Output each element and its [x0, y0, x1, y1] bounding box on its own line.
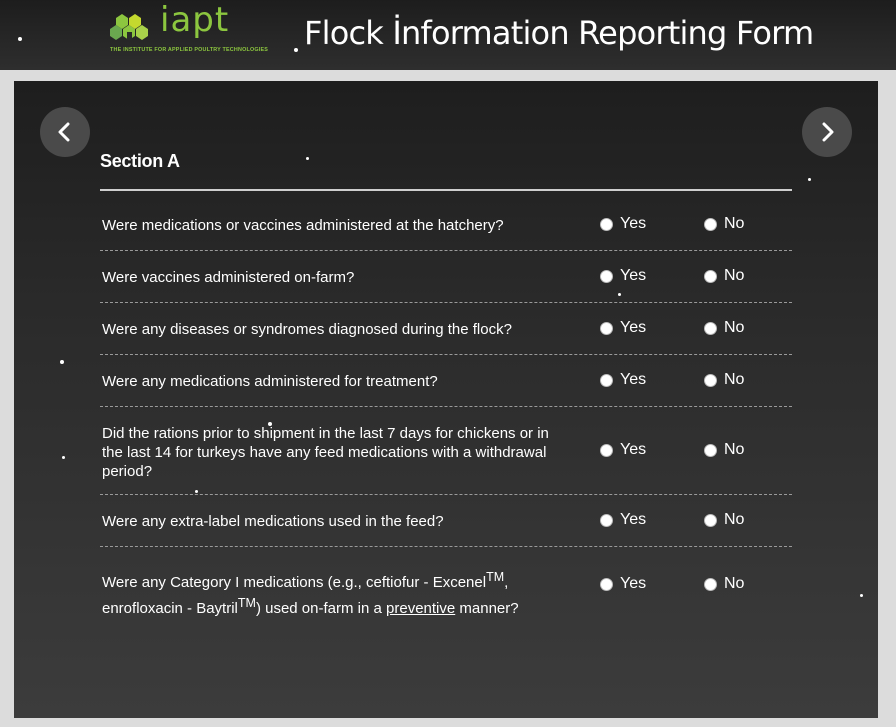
yes-label: Yes — [620, 319, 647, 336]
no-radio[interactable] — [704, 373, 717, 387]
no-label: No — [724, 319, 745, 336]
logo-tagline: THE INSTITUTE FOR APPLIED POULTRY TECHNO… — [110, 47, 269, 53]
chevron-left-icon — [58, 122, 70, 142]
no-radio[interactable] — [704, 443, 717, 457]
question-row: Were any extra-label medications used in… — [100, 495, 792, 547]
question-row: Were any medications administered for tr… — [100, 355, 792, 407]
yes-radio[interactable] — [600, 513, 613, 527]
chevron-right-icon — [822, 122, 834, 142]
hexagon-logo-icon — [110, 14, 148, 40]
no-label: No — [724, 511, 745, 528]
decorative-dot — [62, 456, 65, 459]
no-radio[interactable] — [704, 513, 717, 527]
decorative-dot — [306, 157, 309, 160]
no-radio-option[interactable]: No — [704, 441, 744, 459]
page-title: Flock İnformation Reporting Form — [304, 14, 814, 52]
no-label: No — [724, 371, 745, 388]
no-radio-option[interactable]: No — [704, 371, 744, 389]
question-text-part: , — [504, 574, 509, 591]
header-bar: iapt THE INSTITUTE FOR APPLIED POULTRY T… — [0, 0, 896, 70]
yes-radio-option[interactable]: Yes — [600, 267, 646, 285]
question-text: Were vaccines administered on-farm? — [102, 269, 355, 286]
question-text: Were any diseases or syndromes diagnosed… — [102, 321, 512, 338]
no-label: No — [724, 215, 745, 232]
yes-radio-option[interactable]: Yes — [600, 511, 646, 529]
yes-radio-option[interactable]: Yes — [600, 575, 646, 593]
no-radio-option[interactable]: No — [704, 319, 744, 337]
form-panel: Section A Were medications or vaccines a… — [14, 81, 878, 718]
decorative-dot — [618, 293, 621, 296]
question-text: Were any Category I medications (e.g., c… — [102, 567, 572, 619]
yes-label: Yes — [620, 575, 647, 592]
trademark-sup: TM — [237, 596, 256, 610]
no-label: No — [724, 575, 745, 592]
question-text-part: manner? — [455, 600, 519, 617]
yes-radio[interactable] — [600, 577, 613, 591]
yes-radio[interactable] — [600, 217, 613, 231]
question-text-part: Were any Category I medications (e.g., c… — [102, 574, 487, 591]
question-row: Were any diseases or syndromes diagnosed… — [100, 303, 792, 355]
yes-radio-option[interactable]: Yes — [600, 371, 646, 389]
yes-label: Yes — [620, 511, 647, 528]
question-text: Were any medications administered for tr… — [102, 373, 438, 390]
logo-wordmark: iapt — [160, 0, 230, 40]
no-radio[interactable] — [704, 577, 717, 591]
section-title: Section A — [100, 151, 180, 171]
decorative-dot — [860, 594, 863, 597]
yes-radio-option[interactable]: Yes — [600, 319, 646, 337]
yes-radio[interactable] — [600, 443, 613, 457]
yes-radio-option[interactable]: Yes — [600, 441, 646, 459]
yes-label: Yes — [620, 371, 647, 388]
yes-radio-option[interactable]: Yes — [600, 215, 646, 233]
yes-label: Yes — [620, 215, 647, 232]
question-row: Were any Category I medications (e.g., c… — [100, 547, 792, 617]
decorative-dot — [268, 422, 272, 426]
question-text-part: ) used on-farm in a — [255, 600, 387, 617]
iapt-logo: iapt THE INSTITUTE FOR APPLIED POULTRY T… — [108, 0, 278, 58]
no-label: No — [724, 267, 745, 284]
previous-button[interactable] — [40, 107, 90, 157]
no-label: No — [724, 441, 745, 458]
no-radio-option[interactable]: No — [704, 267, 744, 285]
question-text-part: enrofloxacin - Baytril — [102, 600, 238, 617]
yes-label: Yes — [620, 267, 647, 284]
trademark-sup: TM — [486, 570, 505, 584]
no-radio[interactable] — [704, 217, 717, 231]
section-divider — [100, 189, 792, 191]
question-text: Were any extra-label medications used in… — [102, 513, 444, 530]
question-text: Did the rations prior to shipment in the… — [102, 425, 549, 480]
yes-radio[interactable] — [600, 373, 613, 387]
decorative-dot — [808, 178, 811, 181]
no-radio[interactable] — [704, 269, 717, 283]
decorative-dot — [18, 37, 22, 41]
no-radio[interactable] — [704, 321, 717, 335]
no-radio-option[interactable]: No — [704, 511, 744, 529]
question-row: Were vaccines administered on-farm? Yes … — [100, 251, 792, 303]
next-button[interactable] — [802, 107, 852, 157]
no-radio-option[interactable]: No — [704, 575, 744, 593]
yes-label: Yes — [620, 441, 647, 458]
no-radio-option[interactable]: No — [704, 215, 744, 233]
underlined-term: preventive — [386, 600, 456, 617]
question-row: Were medications or vaccines administere… — [100, 199, 792, 251]
question-text: Were medications or vaccines administere… — [102, 217, 504, 234]
yes-radio[interactable] — [600, 321, 613, 335]
question-row: Did the rations prior to shipment in the… — [100, 407, 792, 495]
decorative-dot — [195, 490, 198, 493]
yes-radio[interactable] — [600, 269, 613, 283]
decorative-dot — [60, 360, 64, 364]
decorative-dot — [294, 48, 298, 52]
